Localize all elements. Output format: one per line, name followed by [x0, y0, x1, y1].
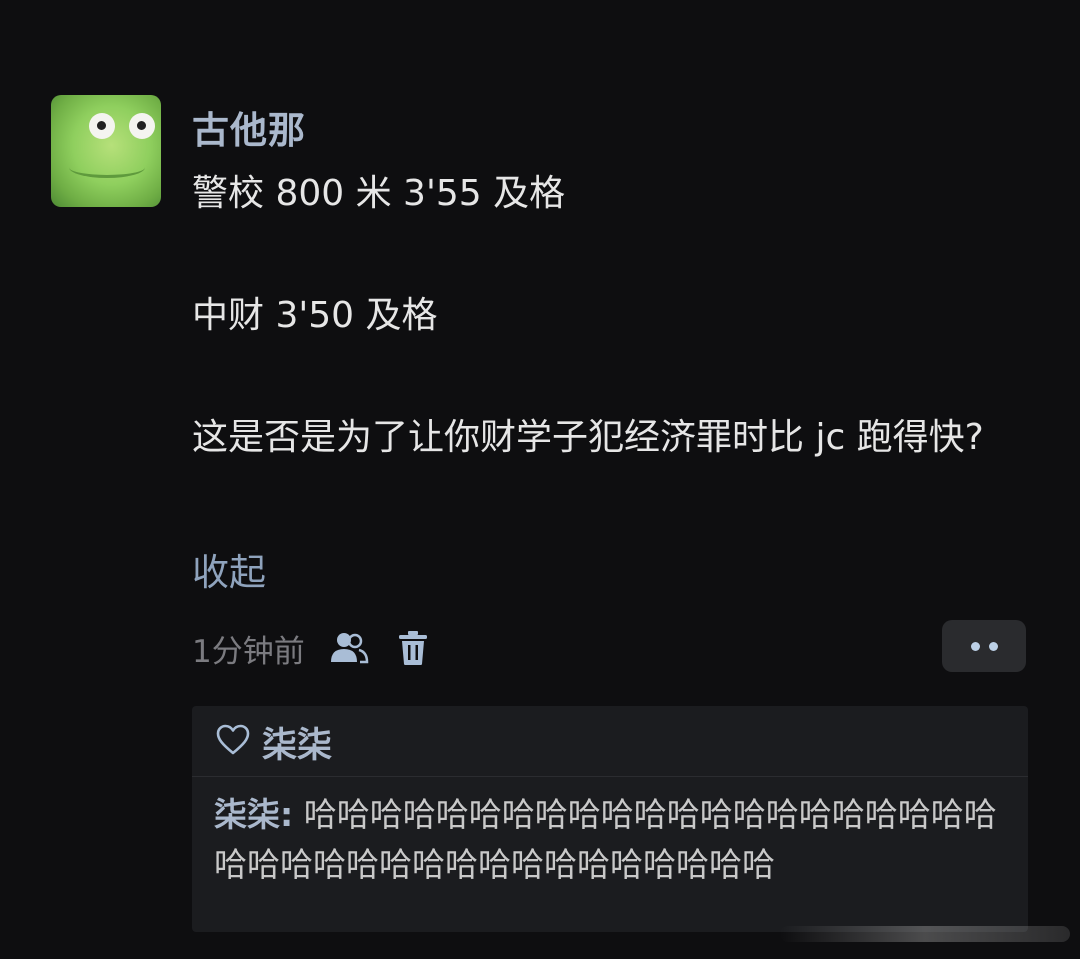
comment-time: 1分钟前 — [192, 633, 305, 670]
reply-author[interactable]: 柒柒: — [214, 795, 293, 834]
comment-line: 这是否是为了让你财学子犯经济罪时比 jc 跑得快? — [192, 417, 984, 458]
comment-meta: 1分钟前 — [192, 626, 433, 670]
avatar-eye-left — [89, 113, 115, 139]
comment-body: 警校 800 米 3'55 及格 中财 3'50 及格 这是否是为了让你财学子犯… — [192, 168, 1022, 464]
reply-item[interactable]: 柒柒: 哈哈哈哈哈哈哈哈哈哈哈哈哈哈哈哈哈哈哈哈哈哈哈哈哈哈哈哈哈哈哈哈哈哈哈哈… — [214, 790, 1014, 890]
comment-line: 警校 800 米 3'55 及格 — [192, 173, 566, 214]
users-icon[interactable] — [329, 628, 369, 668]
heart-outline-icon[interactable] — [216, 724, 250, 760]
watermark — [780, 926, 1070, 942]
avatar-mouth — [69, 157, 145, 178]
comment-line: 中财 3'50 及格 — [192, 295, 438, 336]
reply-box: 柒柒 柒柒: 哈哈哈哈哈哈哈哈哈哈哈哈哈哈哈哈哈哈哈哈哈哈哈哈哈哈哈哈哈哈哈哈哈… — [192, 706, 1028, 932]
user-avatar[interactable] — [51, 95, 161, 207]
trash-icon[interactable] — [393, 628, 433, 668]
avatar-eye-right — [129, 113, 155, 139]
divider — [192, 776, 1028, 777]
reply-text: 哈哈哈哈哈哈哈哈哈哈哈哈哈哈哈哈哈哈哈哈哈哈哈哈哈哈哈哈哈哈哈哈哈哈哈哈哈哈 — [214, 795, 997, 884]
dot — [988, 641, 998, 651]
liked-by-name[interactable]: 柒柒 — [262, 717, 332, 768]
comment-username[interactable]: 古他那 — [192, 100, 306, 154]
likes-row: 柒柒 — [216, 720, 332, 766]
collapse-link[interactable]: 收起 — [192, 542, 266, 596]
dot — [970, 641, 980, 651]
more-dots-icon[interactable] — [942, 620, 1026, 672]
